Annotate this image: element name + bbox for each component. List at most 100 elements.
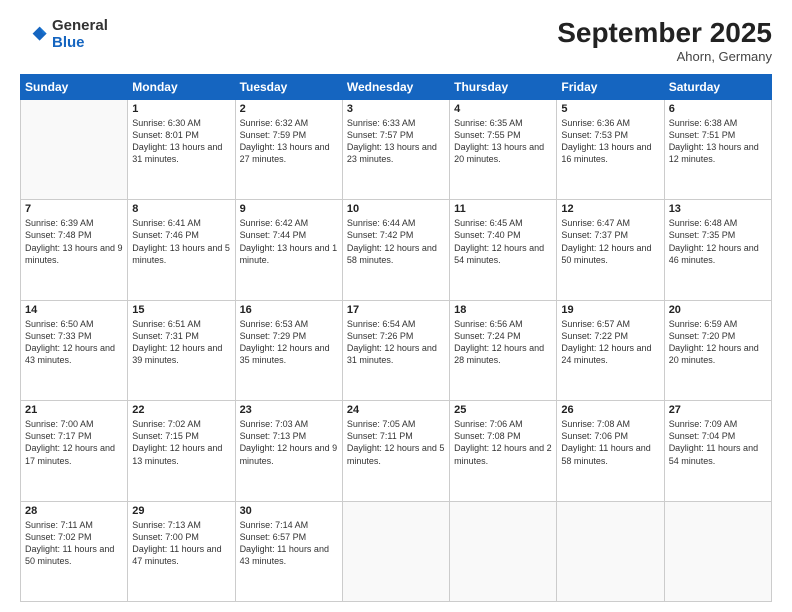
day-number: 19: [561, 304, 659, 316]
title-block: September 2025 Ahorn, Germany: [557, 18, 772, 64]
cell-content: Sunrise: 6:42 AM Sunset: 7:44 PM Dayligh…: [240, 217, 338, 266]
day-number: 9: [240, 203, 338, 215]
calendar-cell: 30 Sunrise: 7:14 AM Sunset: 6:57 PM Dayli…: [235, 501, 342, 601]
calendar-cell: 25 Sunrise: 7:06 AM Sunset: 7:08 PM Dayli…: [450, 401, 557, 501]
day-number: 17: [347, 304, 445, 316]
cell-content: Sunrise: 6:47 AM Sunset: 7:37 PM Dayligh…: [561, 217, 659, 266]
calendar-cell: 14 Sunrise: 6:50 AM Sunset: 7:33 PM Dayli…: [21, 300, 128, 400]
calendar-cell: 3Sunrise: 6:33 AM Sunset: 7:57 PM Daylig…: [342, 99, 449, 199]
cell-content: Sunrise: 6:54 AM Sunset: 7:26 PM Dayligh…: [347, 318, 445, 367]
week-row-3: 14 Sunrise: 6:50 AM Sunset: 7:33 PM Dayli…: [21, 300, 772, 400]
calendar-cell: 12Sunrise: 6:47 AM Sunset: 7:37 PM Dayli…: [557, 200, 664, 300]
cell-content: Sunrise: 6:48 AM Sunset: 7:35 PM Dayligh…: [669, 217, 767, 266]
day-number: 29: [132, 505, 230, 517]
calendar-cell: [21, 99, 128, 199]
day-number: 11: [454, 203, 552, 215]
cell-content: Sunrise: 6:50 AM Sunset: 7:33 PM Dayligh…: [25, 318, 123, 367]
calendar-cell: 8Sunrise: 6:41 AM Sunset: 7:46 PM Daylig…: [128, 200, 235, 300]
week-row-2: 7 Sunrise: 6:39 AM Sunset: 7:48 PM Daylig…: [21, 200, 772, 300]
weekday-header-sunday: Sunday: [21, 74, 128, 99]
calendar-cell: 10Sunrise: 6:44 AM Sunset: 7:42 PM Dayli…: [342, 200, 449, 300]
calendar-cell: [664, 501, 771, 601]
weekday-header-saturday: Saturday: [664, 74, 771, 99]
day-number: 4: [454, 103, 552, 115]
cell-content: Sunrise: 6:32 AM Sunset: 7:59 PM Dayligh…: [240, 117, 338, 166]
logo: General Blue: [20, 18, 108, 51]
day-number: 27: [669, 404, 767, 416]
page-header: General Blue September 2025 Ahorn, Germa…: [20, 18, 772, 64]
location: Ahorn, Germany: [557, 49, 772, 64]
cell-content: Sunrise: 7:05 AM Sunset: 7:11 PM Dayligh…: [347, 418, 445, 467]
day-number: 23: [240, 404, 338, 416]
cell-content: Sunrise: 7:08 AM Sunset: 7:06 PM Dayligh…: [561, 418, 659, 467]
calendar-cell: 1 Sunrise: 6:30 AM Sunset: 8:01 PM Daylig…: [128, 99, 235, 199]
calendar-cell: 26 Sunrise: 7:08 AM Sunset: 7:06 PM Dayli…: [557, 401, 664, 501]
calendar-cell: 2Sunrise: 6:32 AM Sunset: 7:59 PM Daylig…: [235, 99, 342, 199]
calendar-cell: 4 Sunrise: 6:35 AM Sunset: 7:55 PM Daylig…: [450, 99, 557, 199]
cell-content: Sunrise: 7:11 AM Sunset: 7:02 PM Dayligh…: [25, 519, 123, 568]
calendar-cell: 13 Sunrise: 6:48 AM Sunset: 7:35 PM Dayli…: [664, 200, 771, 300]
calendar-cell: 6 Sunrise: 6:38 AM Sunset: 7:51 PM Daylig…: [664, 99, 771, 199]
day-number: 5: [561, 103, 659, 115]
day-number: 16: [240, 304, 338, 316]
cell-content: Sunrise: 6:35 AM Sunset: 7:55 PM Dayligh…: [454, 117, 552, 166]
weekday-header-monday: Monday: [128, 74, 235, 99]
week-row-1: 1 Sunrise: 6:30 AM Sunset: 8:01 PM Daylig…: [21, 99, 772, 199]
cell-content: Sunrise: 6:36 AM Sunset: 7:53 PM Dayligh…: [561, 117, 659, 166]
calendar-cell: 9 Sunrise: 6:42 AM Sunset: 7:44 PM Daylig…: [235, 200, 342, 300]
cell-content: Sunrise: 7:03 AM Sunset: 7:13 PM Dayligh…: [240, 418, 338, 467]
day-number: 20: [669, 304, 767, 316]
cell-content: Sunrise: 6:56 AM Sunset: 7:24 PM Dayligh…: [454, 318, 552, 367]
calendar-cell: 19 Sunrise: 6:57 AM Sunset: 7:22 PM Dayli…: [557, 300, 664, 400]
day-number: 22: [132, 404, 230, 416]
calendar-cell: 22 Sunrise: 7:02 AM Sunset: 7:15 PM Dayli…: [128, 401, 235, 501]
weekday-header-friday: Friday: [557, 74, 664, 99]
calendar-header-row: SundayMondayTuesdayWednesdayThursdayFrid…: [21, 74, 772, 99]
calendar-cell: 11Sunrise: 6:45 AM Sunset: 7:40 PM Dayli…: [450, 200, 557, 300]
cell-content: Sunrise: 6:30 AM Sunset: 8:01 PM Dayligh…: [132, 117, 230, 166]
day-number: 30: [240, 505, 338, 517]
day-number: 7: [25, 203, 123, 215]
day-number: 1: [132, 103, 230, 115]
cell-content: Sunrise: 7:02 AM Sunset: 7:15 PM Dayligh…: [132, 418, 230, 467]
week-row-4: 21 Sunrise: 7:00 AM Sunset: 7:17 PM Dayli…: [21, 401, 772, 501]
cell-content: Sunrise: 7:14 AM Sunset: 6:57 PM Dayligh…: [240, 519, 338, 568]
calendar-cell: 18 Sunrise: 6:56 AM Sunset: 7:24 PM Dayli…: [450, 300, 557, 400]
cell-content: Sunrise: 7:06 AM Sunset: 7:08 PM Dayligh…: [454, 418, 552, 467]
day-number: 14: [25, 304, 123, 316]
logo-text: General Blue: [52, 18, 108, 51]
calendar-cell: 17 Sunrise: 6:54 AM Sunset: 7:26 PM Dayli…: [342, 300, 449, 400]
cell-content: Sunrise: 6:38 AM Sunset: 7:51 PM Dayligh…: [669, 117, 767, 166]
calendar-cell: 21 Sunrise: 7:00 AM Sunset: 7:17 PM Dayli…: [21, 401, 128, 501]
weekday-header-tuesday: Tuesday: [235, 74, 342, 99]
cell-content: Sunrise: 6:39 AM Sunset: 7:48 PM Dayligh…: [25, 217, 123, 266]
calendar-table: SundayMondayTuesdayWednesdayThursdayFrid…: [20, 74, 772, 602]
cell-content: Sunrise: 6:57 AM Sunset: 7:22 PM Dayligh…: [561, 318, 659, 367]
day-number: 28: [25, 505, 123, 517]
logo-icon: [20, 21, 48, 49]
day-number: 6: [669, 103, 767, 115]
day-number: 18: [454, 304, 552, 316]
day-number: 25: [454, 404, 552, 416]
cell-content: Sunrise: 6:51 AM Sunset: 7:31 PM Dayligh…: [132, 318, 230, 367]
weekday-header-wednesday: Wednesday: [342, 74, 449, 99]
day-number: 15: [132, 304, 230, 316]
cell-content: Sunrise: 7:00 AM Sunset: 7:17 PM Dayligh…: [25, 418, 123, 467]
month-title: September 2025: [557, 18, 772, 49]
calendar-cell: 20Sunrise: 6:59 AM Sunset: 7:20 PM Dayli…: [664, 300, 771, 400]
cell-content: Sunrise: 6:53 AM Sunset: 7:29 PM Dayligh…: [240, 318, 338, 367]
calendar-cell: 16 Sunrise: 6:53 AM Sunset: 7:29 PM Dayli…: [235, 300, 342, 400]
day-number: 21: [25, 404, 123, 416]
day-number: 26: [561, 404, 659, 416]
day-number: 3: [347, 103, 445, 115]
cell-content: Sunrise: 7:13 AM Sunset: 7:00 PM Dayligh…: [132, 519, 230, 568]
calendar-cell: [342, 501, 449, 601]
calendar-cell: [557, 501, 664, 601]
week-row-5: 28 Sunrise: 7:11 AM Sunset: 7:02 PM Dayli…: [21, 501, 772, 601]
day-number: 8: [132, 203, 230, 215]
calendar-cell: 5 Sunrise: 6:36 AM Sunset: 7:53 PM Daylig…: [557, 99, 664, 199]
day-number: 13: [669, 203, 767, 215]
day-number: 10: [347, 203, 445, 215]
calendar-cell: 28 Sunrise: 7:11 AM Sunset: 7:02 PM Dayli…: [21, 501, 128, 601]
calendar-cell: 29 Sunrise: 7:13 AM Sunset: 7:00 PM Dayli…: [128, 501, 235, 601]
